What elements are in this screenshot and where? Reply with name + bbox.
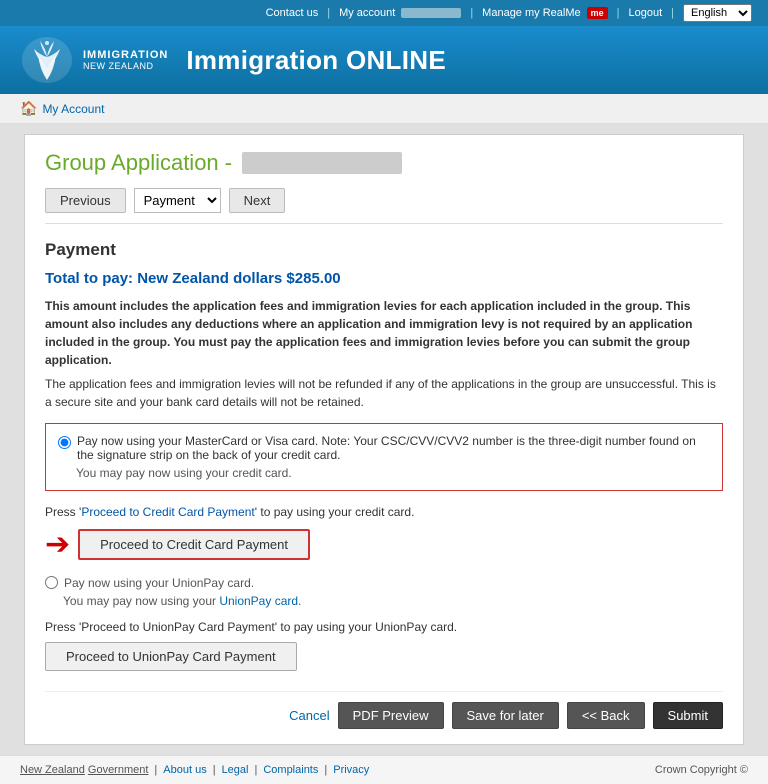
unionpay-label-text: Pay now using your UnionPay card.	[64, 576, 254, 590]
section-heading: Payment	[45, 240, 723, 260]
red-arrow-icon: ➔	[45, 527, 70, 562]
complaints-link[interactable]: Complaints	[263, 764, 318, 776]
unionpay-radio-label[interactable]: Pay now using your UnionPay card.	[45, 576, 723, 590]
proceed-credit-button[interactable]: Proceed to Credit Card Payment	[78, 529, 310, 560]
footer-sep3: |	[254, 764, 257, 776]
contact-link[interactable]: Contact us	[266, 7, 319, 19]
footer-sep1: |	[154, 764, 157, 776]
footer-sep2: |	[213, 764, 216, 776]
info-normal-text: The application fees and immigration lev…	[45, 375, 723, 411]
main-wrapper: Group Application - Previous Payment Ove…	[0, 124, 768, 755]
info-bold-text: This amount includes the application fee…	[45, 297, 723, 369]
previous-button[interactable]: Previous	[45, 188, 126, 213]
unionpay-sub-label: You may pay now using your UnionPay card…	[63, 594, 723, 608]
privacy-link[interactable]: Privacy	[333, 764, 369, 776]
mastercard-label-text: Pay now using your MasterCard or Visa ca…	[77, 434, 710, 462]
navigation-bar: Previous Payment Overview Submit Next	[45, 188, 723, 224]
footer: New Zealand Government | About us | Lega…	[0, 755, 768, 784]
page-title: Group Application -	[45, 150, 723, 176]
cancel-link[interactable]: Cancel	[289, 708, 329, 723]
step-dropdown[interactable]: Payment Overview Submit	[134, 188, 221, 213]
unionpay-radio[interactable]	[45, 576, 58, 589]
unionpay-section: Pay now using your UnionPay card. You ma…	[45, 576, 723, 608]
mastercard-sub-label: You may pay now using your credit card.	[76, 466, 710, 480]
page-title-blur	[242, 152, 402, 174]
action-bar: Cancel PDF Preview Save for later << Bac…	[45, 691, 723, 729]
manage-link[interactable]: Manage my RealMe	[482, 7, 580, 19]
footer-copyright: Crown Copyright ©	[655, 764, 748, 776]
save-for-later-button[interactable]: Save for later	[452, 702, 559, 729]
my-account-link[interactable]: My account	[339, 7, 395, 19]
nz-gov-text: New Zealand Government	[20, 764, 148, 776]
logo-brand: IMMIGRATION NEW ZEALAND	[83, 49, 168, 71]
separator2: |	[470, 7, 473, 19]
separator3: |	[617, 7, 620, 19]
mastercard-radio[interactable]	[58, 436, 71, 449]
separator4: |	[671, 7, 674, 19]
content-box: Group Application - Previous Payment Ove…	[24, 134, 744, 745]
header-logo-row: IMMIGRATION NEW ZEALAND Immigration ONLI…	[0, 26, 768, 94]
realme-icon: me	[587, 7, 608, 19]
logout-link[interactable]: Logout	[628, 7, 662, 19]
next-button[interactable]: Next	[229, 188, 286, 213]
proceed-unionpay-note: Press 'Proceed to UnionPay Card Payment'…	[45, 620, 723, 634]
language-select[interactable]: English Chinese Korean	[683, 4, 752, 22]
pdf-preview-button[interactable]: PDF Preview	[338, 702, 444, 729]
top-navigation: Contact us | My account | Manage my Real…	[0, 0, 768, 26]
footer-left: New Zealand Government | About us | Lega…	[20, 764, 369, 776]
unionpay-link[interactable]: UnionPay card	[219, 594, 298, 608]
home-icon[interactable]: 🏠	[20, 100, 37, 117]
account-blur	[401, 8, 461, 18]
total-pay-text: Total to pay: New Zealand dollars $285.0…	[45, 270, 341, 287]
proceed-credit-note: Press 'Proceed to Credit Card Payment' t…	[45, 505, 723, 519]
page-title-text: Group Application -	[45, 150, 232, 176]
proceed-unionpay-section: Press 'Proceed to UnionPay Card Payment'…	[45, 620, 723, 671]
proceed-credit-section: Press 'Proceed to Credit Card Payment' t…	[45, 505, 723, 562]
site-title: Immigration ONLINE	[186, 45, 446, 76]
breadcrumb: 🏠 My Account	[0, 94, 768, 124]
mastercard-option-box: Pay now using your MasterCard or Visa ca…	[45, 423, 723, 491]
back-button[interactable]: << Back	[567, 702, 645, 729]
legal-link[interactable]: Legal	[222, 764, 249, 776]
arrow-wrapper: ➔ Proceed to Credit Card Payment	[45, 527, 723, 562]
submit-button[interactable]: Submit	[653, 702, 723, 729]
about-link[interactable]: About us	[163, 764, 206, 776]
proceed-unionpay-button[interactable]: Proceed to UnionPay Card Payment	[45, 642, 297, 671]
footer-sep4: |	[324, 764, 327, 776]
total-pay: Total to pay: New Zealand dollars $285.0…	[45, 270, 723, 287]
separator1: |	[327, 7, 330, 19]
fern-logo-icon	[20, 35, 75, 85]
mastercard-radio-label[interactable]: Pay now using your MasterCard or Visa ca…	[58, 434, 710, 462]
breadcrumb-my-account[interactable]: My Account	[42, 102, 104, 116]
